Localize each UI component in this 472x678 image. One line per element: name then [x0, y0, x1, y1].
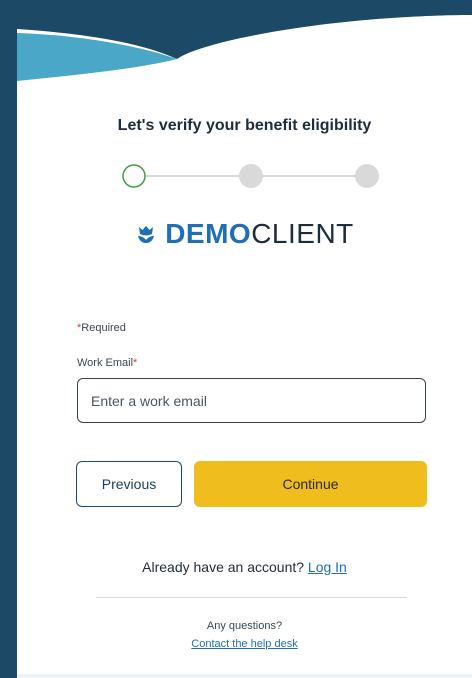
- logo-client-text: CLIENT: [251, 218, 354, 249]
- work-email-label-text: Work Email: [77, 357, 134, 369]
- step-1-active: [122, 164, 146, 188]
- login-prompt-text: Already have an account?: [142, 559, 305, 575]
- helpdesk-link[interactable]: Contact the help desk: [191, 638, 297, 650]
- work-email-label: Work Email*: [77, 357, 137, 369]
- previous-button[interactable]: Previous: [76, 461, 182, 507]
- work-email-input[interactable]: [77, 378, 426, 423]
- continue-button[interactable]: Continue: [194, 461, 427, 507]
- bottom-strip: [17, 674, 472, 678]
- helpdesk-line: Contact the help desk: [17, 638, 472, 650]
- client-logo: DEMOCLIENT: [17, 218, 472, 250]
- divider: [96, 597, 407, 598]
- required-note: *Required: [77, 322, 126, 334]
- questions-text: Any questions?: [206, 620, 283, 632]
- required-text: Required: [81, 322, 126, 334]
- work-email-required-star: *: [133, 357, 138, 369]
- header-wave: [17, 11, 472, 81]
- logo-demo-text: DEMO: [165, 218, 252, 249]
- progress-stepper: [122, 164, 379, 188]
- signup-card: Let's verify your benefit eligibility DE…: [17, 11, 472, 678]
- tulip-icon: [138, 226, 155, 243]
- step-2: [239, 164, 263, 188]
- login-link[interactable]: Log In: [308, 559, 347, 575]
- page-title: Let's verify your benefit eligibility: [117, 117, 372, 134]
- login-prompt: Already have an account? Log In: [17, 559, 472, 575]
- step-3: [355, 164, 379, 188]
